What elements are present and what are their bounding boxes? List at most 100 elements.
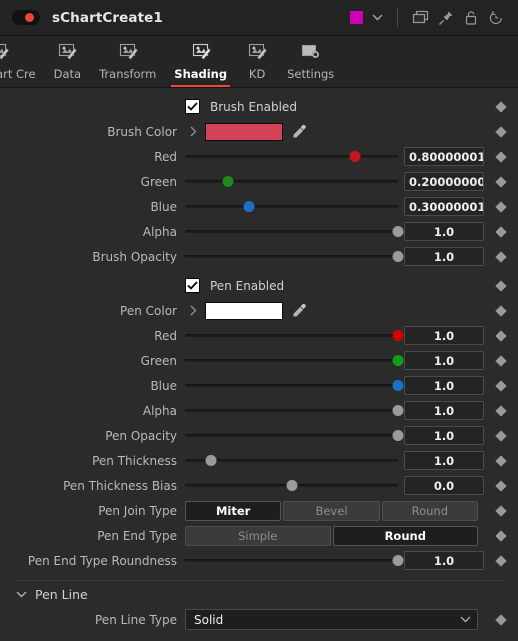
eyedropper-icon[interactable] [283, 124, 315, 140]
keyframe-diamond-icon[interactable] [484, 354, 518, 367]
keyframe-diamond-icon[interactable] [484, 304, 518, 317]
pen-enabled-control: Pen Enabled [185, 278, 484, 293]
keyframe-diamond-icon[interactable] [484, 200, 518, 213]
keyframe-diamond-icon[interactable] [484, 529, 518, 542]
pen-join-type-option-round[interactable]: Round [381, 500, 478, 521]
pen-alpha-slider[interactable] [185, 402, 404, 420]
brush-blue-slider[interactable] [185, 198, 398, 216]
slider-knob[interactable] [222, 176, 234, 187]
slider-track [185, 155, 398, 158]
pen-pen-thickness-slider[interactable] [185, 452, 398, 470]
eyedropper-icon[interactable] [283, 303, 315, 319]
keyframe-diamond-icon[interactable] [484, 175, 518, 188]
chevron-down-icon[interactable] [368, 9, 386, 27]
tab-shading[interactable]: Shading [165, 36, 236, 87]
duplicate-icon[interactable] [408, 7, 433, 29]
pen-red-control: 1.0 [185, 326, 484, 345]
slider-knob[interactable] [392, 380, 404, 391]
node-color-chip[interactable] [350, 11, 363, 24]
keyframe-diamond-icon[interactable] [484, 225, 518, 238]
brush-alpha-slider[interactable] [185, 223, 404, 241]
keyframe-diamond-icon[interactable] [484, 125, 518, 138]
brush-color-label: Brush Color [107, 124, 177, 139]
brush-brush-opacity-value[interactable]: 1.0 [404, 247, 484, 266]
pen-pen-thickness-bias-value[interactable]: 0.0 [404, 476, 484, 495]
brush-alpha-value[interactable]: 1.0 [404, 222, 484, 241]
pen-end-roundness-control: 1.0 [185, 551, 484, 570]
pen-alpha-label: Alpha [142, 403, 177, 418]
brush-color-swatch[interactable] [205, 122, 283, 141]
slider-knob[interactable] [392, 330, 404, 341]
pen-end-roundness-value[interactable]: 1.0 [404, 551, 484, 570]
pen-color-swatch[interactable] [205, 301, 283, 320]
brush-enabled-row: Brush Enabled [0, 94, 518, 119]
slider-knob[interactable] [392, 555, 404, 566]
keyframe-diamond-icon[interactable] [484, 613, 518, 626]
pen-enabled-label: Pen Enabled [210, 278, 285, 293]
chevron-down-icon[interactable] [460, 616, 471, 623]
slider-knob[interactable] [392, 226, 404, 237]
brush-enabled-checkbox[interactable] [185, 99, 200, 114]
pen-red-slider[interactable] [185, 327, 404, 345]
pen-join-type-option-miter[interactable]: Miter [185, 500, 282, 521]
slider-knob[interactable] [349, 151, 361, 162]
slider-track [185, 384, 398, 387]
pen-pen-opacity-slider[interactable] [185, 427, 404, 445]
slider-knob[interactable] [392, 355, 404, 366]
pin-icon[interactable] [433, 7, 458, 29]
keyframe-diamond-icon[interactable] [484, 379, 518, 392]
slider-knob[interactable] [205, 455, 217, 466]
pen-enabled-checkbox[interactable] [185, 278, 200, 293]
keyframe-diamond-icon[interactable] [484, 429, 518, 442]
brush-green-slider[interactable] [185, 173, 398, 191]
pen-line-section-header[interactable]: Pen Line [0, 581, 518, 607]
slider-knob[interactable] [392, 405, 404, 416]
keyframe-diamond-icon[interactable] [484, 250, 518, 263]
slider-knob[interactable] [286, 480, 297, 491]
pen-line-type-dropdown[interactable]: Solid [185, 609, 478, 630]
keyframe-diamond-icon[interactable] [484, 100, 518, 113]
chevron-right-icon[interactable] [185, 126, 201, 137]
pen-join-type-option-bevel[interactable]: Bevel [283, 500, 380, 521]
lock-icon[interactable] [458, 7, 483, 29]
pen-pen-opacity-value[interactable]: 1.0 [404, 426, 484, 445]
slider-knob[interactable] [392, 251, 404, 262]
pen-end-type-option-round[interactable]: Round [332, 525, 478, 546]
brush-brush-opacity-slider[interactable] [185, 248, 404, 266]
keyframe-diamond-icon[interactable] [484, 479, 518, 492]
keyframe-diamond-icon[interactable] [484, 454, 518, 467]
pen-end-type-option-simple[interactable]: Simple [185, 525, 331, 546]
keyframe-diamond-icon[interactable] [484, 404, 518, 417]
keyframe-diamond-icon[interactable] [484, 554, 518, 567]
pen-end-roundness-slider[interactable] [185, 552, 404, 570]
keyframe-diamond-icon[interactable] [484, 150, 518, 163]
pen-pen-thickness-value[interactable]: 1.0 [404, 451, 484, 470]
pen-green-slider[interactable] [185, 352, 404, 370]
chevron-right-icon[interactable] [185, 305, 201, 316]
tab-transform[interactable]: Transform [90, 36, 165, 87]
pen-alpha-value[interactable]: 1.0 [404, 401, 484, 420]
slider-knob[interactable] [243, 201, 255, 212]
pen-blue-value[interactable]: 1.0 [404, 376, 484, 395]
reset-history-icon[interactable] [483, 7, 508, 29]
pen-pen-thickness-bias-slider[interactable] [185, 477, 398, 495]
tab-kd[interactable]: KD [236, 36, 278, 87]
keyframe-diamond-icon[interactable] [484, 504, 518, 517]
tab-chart-create[interactable]: oe Chart Cre [0, 36, 45, 87]
chevron-down-icon[interactable] [16, 591, 27, 598]
brush-green-value[interactable]: 0.20000000 [404, 172, 484, 191]
brush-red-value[interactable]: 0.80000001 [404, 147, 484, 166]
keyframe-diamond-icon[interactable] [484, 329, 518, 342]
slider-knob[interactable] [392, 430, 404, 441]
pen-green-value[interactable]: 1.0 [404, 351, 484, 370]
brush-red-slider[interactable] [185, 148, 398, 166]
tab-settings[interactable]: Settings [278, 36, 343, 87]
tab-data[interactable]: Data [45, 36, 90, 87]
power-toggle-icon[interactable] [12, 10, 40, 25]
pen-red-value[interactable]: 1.0 [404, 326, 484, 345]
brush-blue-value[interactable]: 0.30000001 [404, 197, 484, 216]
keyframe-diamond-icon[interactable] [484, 279, 518, 292]
pen-blue-slider[interactable] [185, 377, 404, 395]
brush-enabled-control: Brush Enabled [185, 99, 484, 114]
slider-track [185, 459, 398, 462]
